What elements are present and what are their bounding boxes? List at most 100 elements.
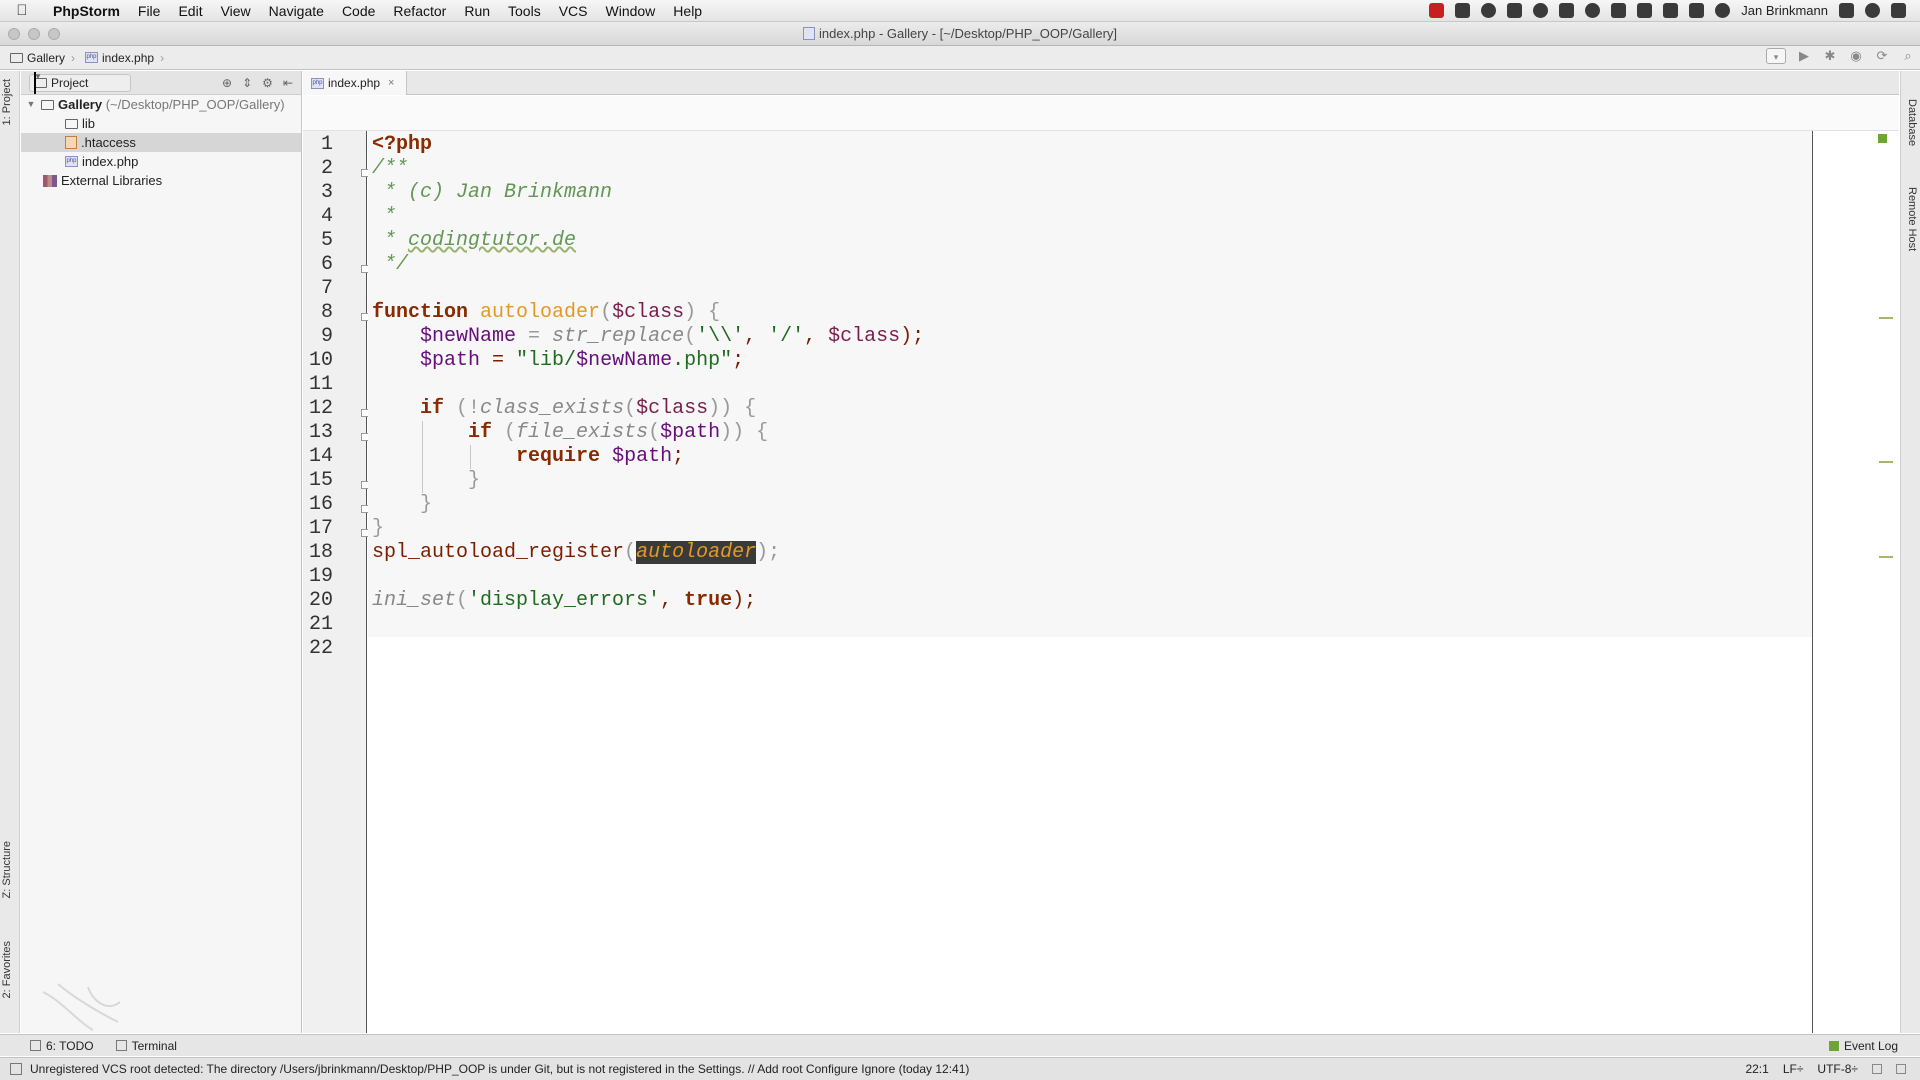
lock-icon[interactable]: [1872, 1064, 1882, 1074]
tool-tab-terminal[interactable]: Terminal: [115, 1039, 177, 1053]
menu-window[interactable]: Window: [597, 0, 665, 22]
project-view-selector[interactable]: Project ▼: [29, 71, 131, 94]
run-icon[interactable]: ▶: [1796, 48, 1812, 64]
error-stripe[interactable]: [1813, 131, 1899, 1033]
tab-remote-host[interactable]: Remote Host: [1906, 187, 1918, 251]
builtin-function: ini_set: [372, 589, 457, 612]
file-encoding[interactable]: UTF-8÷: [1817, 1062, 1858, 1076]
punctuation: );: [900, 325, 925, 348]
user-icon[interactable]: [1839, 3, 1854, 18]
time-machine-icon[interactable]: [1715, 3, 1731, 18]
tool-tab-todo[interactable]: 6: TODO: [30, 1039, 94, 1053]
menu-navigate[interactable]: Navigate: [260, 0, 333, 22]
php-file-icon: php: [85, 52, 99, 63]
collapse-all-icon[interactable]: ⇕: [242, 76, 252, 90]
notification-center-icon[interactable]: [1891, 3, 1906, 18]
caret-position[interactable]: 22:1: [1745, 1062, 1768, 1076]
scroll-from-source-icon[interactable]: ⊕: [222, 76, 232, 90]
string-literal: '\\': [696, 325, 745, 348]
line-number: 16: [308, 493, 333, 516]
debug-icon[interactable]: ✱: [1822, 48, 1838, 64]
vcs-update-icon[interactable]: ⟳: [1874, 48, 1890, 64]
tab-structure[interactable]: Z: Structure: [1, 841, 13, 898]
cloud-icon[interactable]: [1585, 3, 1601, 18]
variable: $path: [660, 421, 721, 444]
menu-app-phpstorm[interactable]: PhpStorm: [44, 0, 129, 22]
gear-icon[interactable]: ⚙: [262, 76, 273, 90]
spotlight-search-icon[interactable]: [1865, 3, 1880, 18]
menu-refactor[interactable]: Refactor: [384, 0, 455, 22]
menu-run[interactable]: Run: [455, 0, 499, 22]
expand-arrow-icon[interactable]: ▼: [25, 95, 37, 114]
stripe-mark[interactable]: [1879, 556, 1893, 558]
toggle-tool-windows-icon[interactable]: [10, 1063, 22, 1075]
tab-favorites[interactable]: 2: Favorites: [1, 941, 13, 998]
code-editor[interactable]: <?php /** * (c) Jan Brinkmann * * coding…: [368, 131, 1813, 1033]
tree-item-index-php[interactable]: php index.php: [21, 152, 301, 171]
punctuation: ,: [660, 589, 685, 612]
right-tool-strip: Database Remote Host: [1900, 71, 1920, 1033]
line-number: 15: [308, 469, 333, 492]
menu-file[interactable]: File: [129, 0, 170, 22]
status-message[interactable]: Unregistered VCS root detected: The dire…: [30, 1062, 969, 1076]
stripe-mark[interactable]: [1879, 461, 1893, 463]
tab-project[interactable]: 1: Project: [1, 79, 13, 125]
breadcrumb-file[interactable]: php index.php ›: [75, 51, 164, 65]
close-tab-icon[interactable]: ×: [388, 77, 394, 89]
builtin-function: str_replace: [552, 325, 685, 348]
folder-icon: [10, 52, 23, 63]
user-name[interactable]: Jan Brinkmann: [1741, 3, 1828, 18]
string-literal: 'display_errors': [468, 589, 661, 612]
variable: $class: [612, 301, 685, 324]
keyword-if: if: [468, 421, 493, 444]
tool-tab-event-log[interactable]: Event Log: [1828, 1039, 1898, 1053]
menu-view[interactable]: View: [212, 0, 260, 22]
punctuation: );: [732, 589, 757, 612]
run-configuration-dropdown[interactable]: ▾: [1766, 48, 1786, 64]
stripe-mark[interactable]: [1879, 317, 1893, 319]
menu-vcs[interactable]: VCS: [550, 0, 597, 22]
variable: $path: [420, 349, 481, 372]
inspector-icon[interactable]: [1896, 1064, 1906, 1074]
menu-help[interactable]: Help: [664, 0, 711, 22]
tree-item-htaccess[interactable]: .htaccess: [21, 133, 301, 152]
record-icon[interactable]: [1429, 3, 1445, 18]
bluetooth-icon[interactable]: [1689, 3, 1705, 18]
line-number: 18: [308, 541, 333, 564]
tree-item-external-libraries[interactable]: External Libraries: [21, 171, 301, 190]
app-status-icon[interactable]: [1481, 3, 1497, 18]
line-number: 19: [308, 565, 333, 588]
project-panel-header: Project ▼ ⊕ ⇕ ⚙ ⇤: [21, 71, 301, 95]
variable: $class: [636, 397, 709, 420]
line-number: 8: [320, 301, 333, 324]
inspection-ok-icon[interactable]: [1878, 134, 1887, 143]
plus-icon[interactable]: [1507, 3, 1523, 18]
line-separator[interactable]: LF÷: [1783, 1062, 1804, 1076]
menu-extras: Jan Brinkmann: [1429, 3, 1920, 18]
highlighted-identifier[interactable]: autoloader: [636, 541, 757, 564]
doc-comment-link[interactable]: codingtutor.de: [408, 229, 576, 252]
search-everywhere-icon[interactable]: ⌕: [1900, 48, 1916, 64]
tab-index-php[interactable]: php index.php ×: [303, 71, 407, 95]
dropbox-icon[interactable]: [1455, 3, 1471, 18]
breadcrumb-project-label: Gallery: [27, 50, 66, 65]
editor-tab-label: index.php: [328, 76, 381, 90]
bookmark-icon[interactable]: [1559, 3, 1575, 18]
line-number: 7: [320, 277, 333, 300]
tab-database[interactable]: Database: [1906, 99, 1918, 146]
apple-menu-icon[interactable]: : [0, 2, 44, 19]
tree-item-gallery[interactable]: ▼ Gallery (~/Desktop/PHP_OOP/Gallery): [21, 95, 301, 114]
menu-edit[interactable]: Edit: [169, 0, 211, 22]
menu-code[interactable]: Code: [333, 0, 384, 22]
info-icon[interactable]: [1533, 3, 1549, 18]
volume-icon[interactable]: [1663, 3, 1679, 18]
evernote-icon[interactable]: [1611, 3, 1627, 18]
shield-icon[interactable]: [1637, 3, 1653, 18]
hide-panel-icon[interactable]: ⇤: [283, 76, 293, 90]
menu-tools[interactable]: Tools: [499, 0, 550, 22]
tree-item-lib[interactable]: lib: [21, 114, 301, 133]
todo-icon: [30, 1040, 41, 1051]
line-number: 22: [308, 637, 333, 660]
coverage-icon[interactable]: ◉: [1848, 48, 1864, 64]
breadcrumb-project[interactable]: Gallery ›: [0, 51, 75, 65]
